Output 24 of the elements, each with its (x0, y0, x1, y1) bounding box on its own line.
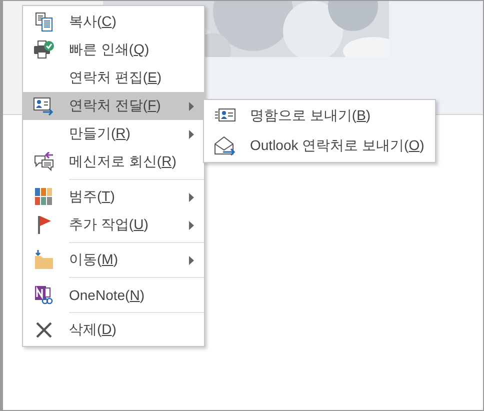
menu-item[interactable]: 메신저로 회신(R) (23, 148, 204, 176)
menu-item[interactable]: Outlook 연락처로 보내기(O) (204, 131, 435, 161)
menu-item[interactable]: 만들기(R) (23, 120, 204, 148)
menu-item[interactable]: 연락처 편집(E) (23, 64, 204, 92)
business-card-icon (214, 108, 236, 124)
copy-icon (34, 12, 54, 32)
menu-item[interactable]: 범주(T) (23, 183, 204, 211)
speech-bubbles-icon (33, 152, 55, 172)
menu-item[interactable]: 추가 작업(U) (23, 211, 204, 239)
menu-item[interactable]: 빠른 인쇄(Q) (23, 36, 204, 64)
flag-icon (36, 215, 52, 235)
envelope-icon (214, 136, 236, 156)
menu-item[interactable]: 복사(C) (23, 8, 204, 36)
menu-item[interactable]: 삭제(D) (23, 316, 204, 344)
color-grid-icon (35, 188, 53, 206)
menu-item[interactable]: 연락처 전달(F) (23, 92, 204, 120)
delete-icon (35, 321, 53, 339)
menu-item[interactable]: OneNote(N) (23, 281, 204, 309)
contact-card-icon (33, 96, 55, 116)
folder-icon (34, 250, 54, 270)
menu-item[interactable]: 이동(M) (23, 246, 204, 274)
printer-icon (33, 40, 55, 60)
menu-item[interactable]: 명함으로 보내기(B) (204, 101, 435, 131)
notebook-icon (34, 285, 54, 305)
